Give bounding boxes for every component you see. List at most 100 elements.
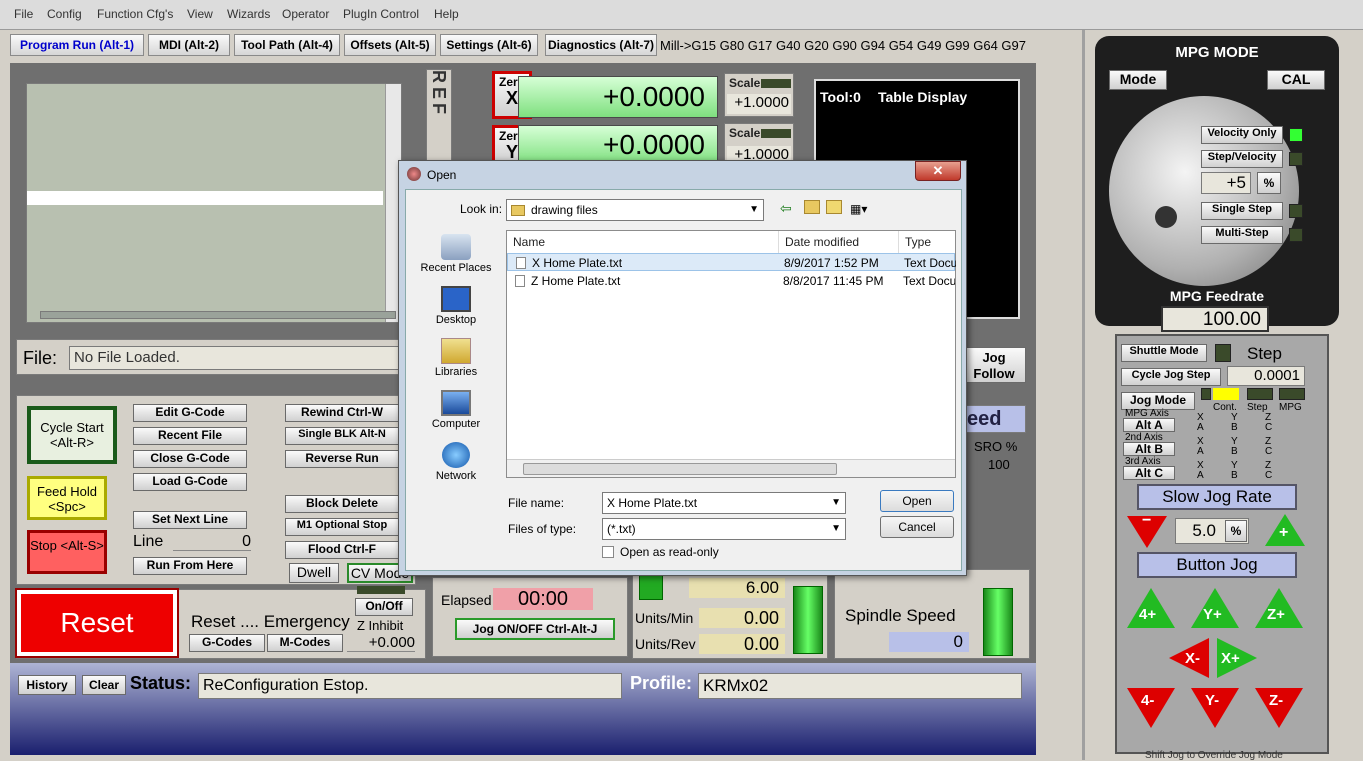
new-folder-icon[interactable]: [826, 200, 842, 214]
stop-button[interactable]: Stop <Alt-S>: [27, 530, 107, 574]
view-menu-icon[interactable]: ▦▾: [850, 202, 867, 216]
jog-onoff-button[interactable]: Jog ON/OFF Ctrl-Alt-J: [455, 618, 615, 640]
menu-function-cfgs[interactable]: Function Cfg's: [97, 7, 173, 21]
gcodes-button[interactable]: G-Codes: [189, 634, 265, 652]
feed-hold-button[interactable]: Feed Hold <Spc>: [27, 476, 107, 520]
menu-wizards[interactable]: Wizards: [227, 7, 270, 21]
tab-settings[interactable]: Settings (Alt-6): [440, 34, 538, 56]
profile-field: KRMx02: [698, 673, 1022, 699]
back-icon[interactable]: ⇦: [780, 200, 792, 217]
mpg-axis-button[interactable]: Alt A: [1123, 418, 1175, 432]
step-velocity-button[interactable]: Step/Velocity: [1201, 150, 1283, 168]
mpg-mode-title: MPG MODE: [1175, 44, 1259, 61]
load-gcode-button[interactable]: Load G-Code: [133, 473, 247, 491]
y-dro[interactable]: +0.0000: [518, 125, 718, 165]
tab-diagnostics[interactable]: Diagnostics (Alt-7): [545, 34, 657, 56]
look-in-select[interactable]: drawing files ▼: [506, 199, 764, 221]
cancel-button[interactable]: Cancel: [880, 516, 954, 538]
second-axis-button[interactable]: Alt B: [1123, 442, 1175, 456]
menu-config[interactable]: Config: [47, 7, 82, 21]
file-list[interactable]: Name Date modified Type X Home Plate.txt…: [506, 230, 956, 478]
up-folder-icon[interactable]: [804, 200, 820, 214]
file-name-input[interactable]: X Home Plate.txt ▼: [602, 492, 846, 514]
mpg-mode-button[interactable]: Mode: [1109, 70, 1167, 90]
line-field[interactable]: 0: [173, 533, 251, 551]
shuttle-mode-button[interactable]: Shuttle Mode: [1121, 344, 1207, 362]
onoff-button[interactable]: On/Off: [355, 598, 413, 616]
tab-offsets[interactable]: Offsets (Alt-5): [344, 34, 436, 56]
jog-step-field[interactable]: 0.0001: [1227, 366, 1305, 386]
col-date[interactable]: Date modified: [779, 231, 899, 253]
run-from-here-button[interactable]: Run From Here: [133, 557, 247, 575]
cycle-start-button[interactable]: Cycle Start <Alt-R>: [27, 406, 117, 464]
file-row[interactable]: X Home Plate.txt 8/9/2017 1:52 PM Text D…: [507, 253, 956, 271]
reset-button[interactable]: Reset: [15, 588, 179, 658]
file-row[interactable]: Z Home Plate.txt 8/8/2017 11:45 PM Text …: [507, 272, 955, 290]
place-desktop[interactable]: Desktop: [408, 286, 504, 326]
dwell-button[interactable]: Dwell: [289, 563, 339, 583]
feed-override-button[interactable]: [793, 586, 823, 654]
file-name-label: File name:: [508, 496, 565, 510]
flood-button[interactable]: Flood Ctrl-F: [285, 541, 399, 559]
menu-help[interactable]: Help: [434, 7, 459, 21]
reverse-run-button[interactable]: Reverse Run: [285, 450, 399, 468]
menu-operator[interactable]: Operator: [282, 7, 329, 21]
jog-x-minus-label: X-: [1185, 650, 1200, 667]
jog-follow-button[interactable]: Jog Follow: [962, 347, 1026, 383]
place-network[interactable]: Network: [408, 442, 504, 482]
velocity-only-button[interactable]: Velocity Only: [1201, 126, 1283, 144]
col-type[interactable]: Type: [899, 231, 955, 253]
place-libraries[interactable]: Libraries: [408, 338, 504, 378]
feed-panel: 6.00 Units/Min 0.00 Units/Rev 0.00: [632, 569, 828, 659]
menu-bar: File Config Function Cfg's View Wizards …: [0, 0, 1363, 30]
progress-bar: [40, 311, 396, 319]
mpg-cal-button[interactable]: CAL: [1267, 70, 1325, 90]
menu-file[interactable]: File: [14, 7, 33, 21]
single-block-button[interactable]: Single BLK Alt-N: [285, 427, 399, 445]
rewind-button[interactable]: Rewind Ctrl-W: [285, 404, 399, 422]
z-inhibit-value[interactable]: +0.000: [347, 634, 415, 652]
place-recent[interactable]: Recent Places: [408, 234, 504, 274]
modal-gcodes: Mill->G15 G80 G17 G40 G20 G90 G94 G54 G4…: [660, 38, 1027, 53]
col-name[interactable]: Name: [507, 231, 779, 253]
elapsed-value: 00:00: [493, 588, 593, 610]
clear-button[interactable]: Clear: [82, 675, 126, 695]
read-only-checkbox[interactable]: [602, 546, 614, 558]
close-icon[interactable]: ✕: [915, 161, 961, 181]
set-next-line-button[interactable]: Set Next Line: [133, 511, 247, 529]
history-button[interactable]: History: [18, 675, 76, 695]
file-type-select[interactable]: (*.txt) ▼: [602, 518, 846, 540]
elapsed-label: Elapsed: [441, 592, 492, 608]
open-button[interactable]: Open: [880, 490, 954, 512]
mcodes-button[interactable]: M-Codes: [267, 634, 343, 652]
m1-optional-stop-button[interactable]: M1 Optional Stop: [285, 518, 399, 536]
cycle-jog-step-button[interactable]: Cycle Jog Step: [1121, 368, 1221, 386]
x-dro[interactable]: +0.0000: [518, 76, 718, 118]
menu-plugin-control[interactable]: PlugIn Control: [343, 7, 419, 21]
jog-rate-percent-button[interactable]: %: [1225, 520, 1247, 542]
tab-program-run[interactable]: Program Run (Alt-1): [10, 34, 144, 56]
close-gcode-button[interactable]: Close G-Code: [133, 450, 247, 468]
menu-view[interactable]: View: [187, 7, 213, 21]
tab-tool-path[interactable]: Tool Path (Alt-4): [234, 34, 340, 56]
mpg-percent-field[interactable]: +5: [1201, 172, 1251, 194]
place-computer[interactable]: Computer: [408, 390, 504, 430]
spindle-button[interactable]: [983, 588, 1013, 656]
minus-icon: −: [1142, 512, 1152, 529]
multi-step-button[interactable]: Multi-Step: [1201, 226, 1283, 244]
edit-gcode-button[interactable]: Edit G-Code: [133, 404, 247, 422]
recent-file-button[interactable]: Recent File: [133, 427, 247, 445]
z-inhibit-label: Z Inhibit: [357, 618, 404, 633]
third-axis-button[interactable]: Alt C: [1123, 466, 1175, 480]
tab-mdi[interactable]: MDI (Alt-2): [148, 34, 230, 56]
mpg-feedrate-field[interactable]: 100.00: [1161, 306, 1269, 332]
places-bar: Recent Places Desktop Libraries Computer…: [408, 190, 506, 482]
jog-panel: Shuttle Mode Step Cycle Jog Step 0.0001 …: [1115, 334, 1329, 754]
block-delete-button[interactable]: Block Delete: [285, 495, 399, 513]
gcode-display[interactable]: [26, 83, 402, 323]
horizontal-scrollbar[interactable]: [507, 459, 955, 477]
single-step-button[interactable]: Single Step: [1201, 202, 1283, 220]
x-scale: Scale +1.0000: [724, 73, 794, 117]
mpg-percent-button[interactable]: %: [1257, 172, 1281, 194]
jog-y-plus-label: Y+: [1203, 606, 1222, 623]
